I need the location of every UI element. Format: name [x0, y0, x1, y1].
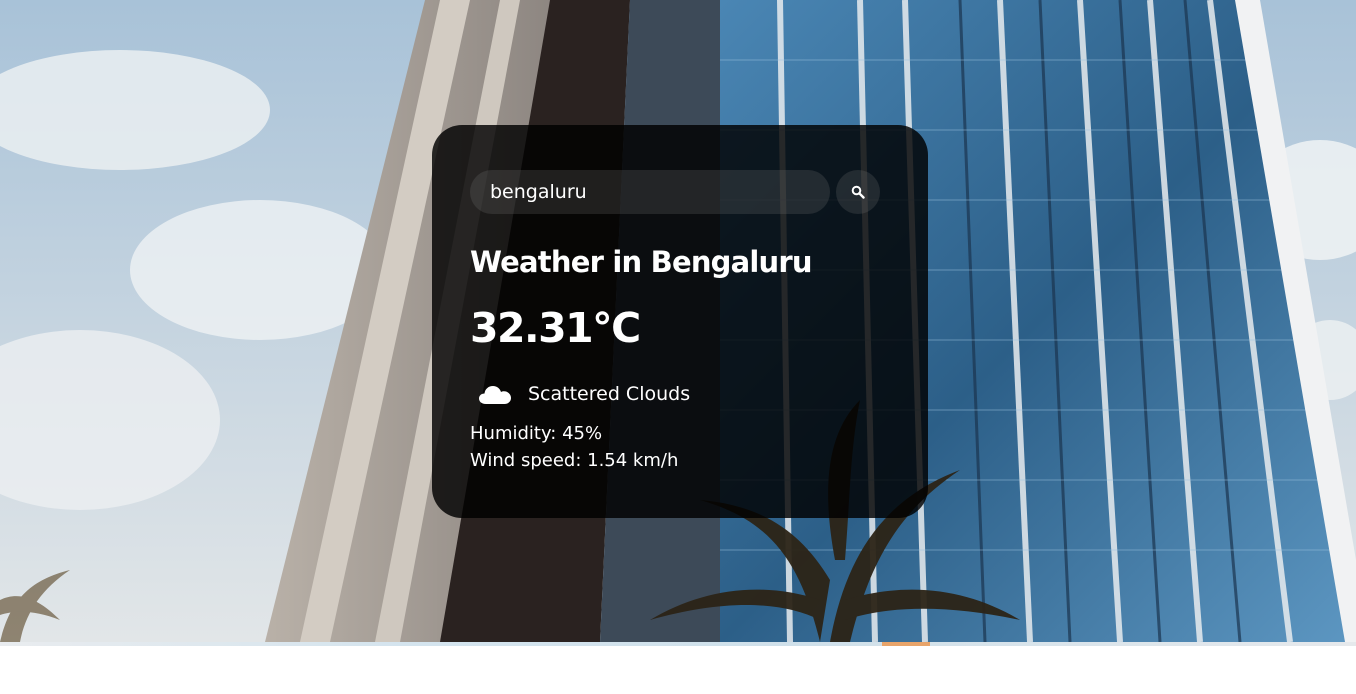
bottom-strip-accent — [882, 642, 930, 646]
condition-row: Scattered Clouds — [470, 374, 890, 414]
humidity-text: Humidity: 45% — [470, 423, 603, 444]
weather-card: Weather in Bengaluru 32.31°C Scattered C… — [432, 125, 928, 518]
search-input[interactable] — [470, 170, 830, 214]
search-icon — [851, 185, 865, 199]
cloud-icon — [479, 386, 511, 404]
temperature: 32.31°C — [470, 304, 641, 352]
search-button[interactable] — [836, 170, 880, 214]
city-title: Weather in Bengaluru — [470, 245, 813, 279]
wind-speed-text: Wind speed: 1.54 km/h — [470, 450, 679, 471]
search-bar — [470, 170, 890, 214]
weather-description: Scattered Clouds — [528, 383, 691, 405]
condition-icon-wrap — [470, 374, 520, 414]
bottom-strip — [0, 642, 1356, 646]
